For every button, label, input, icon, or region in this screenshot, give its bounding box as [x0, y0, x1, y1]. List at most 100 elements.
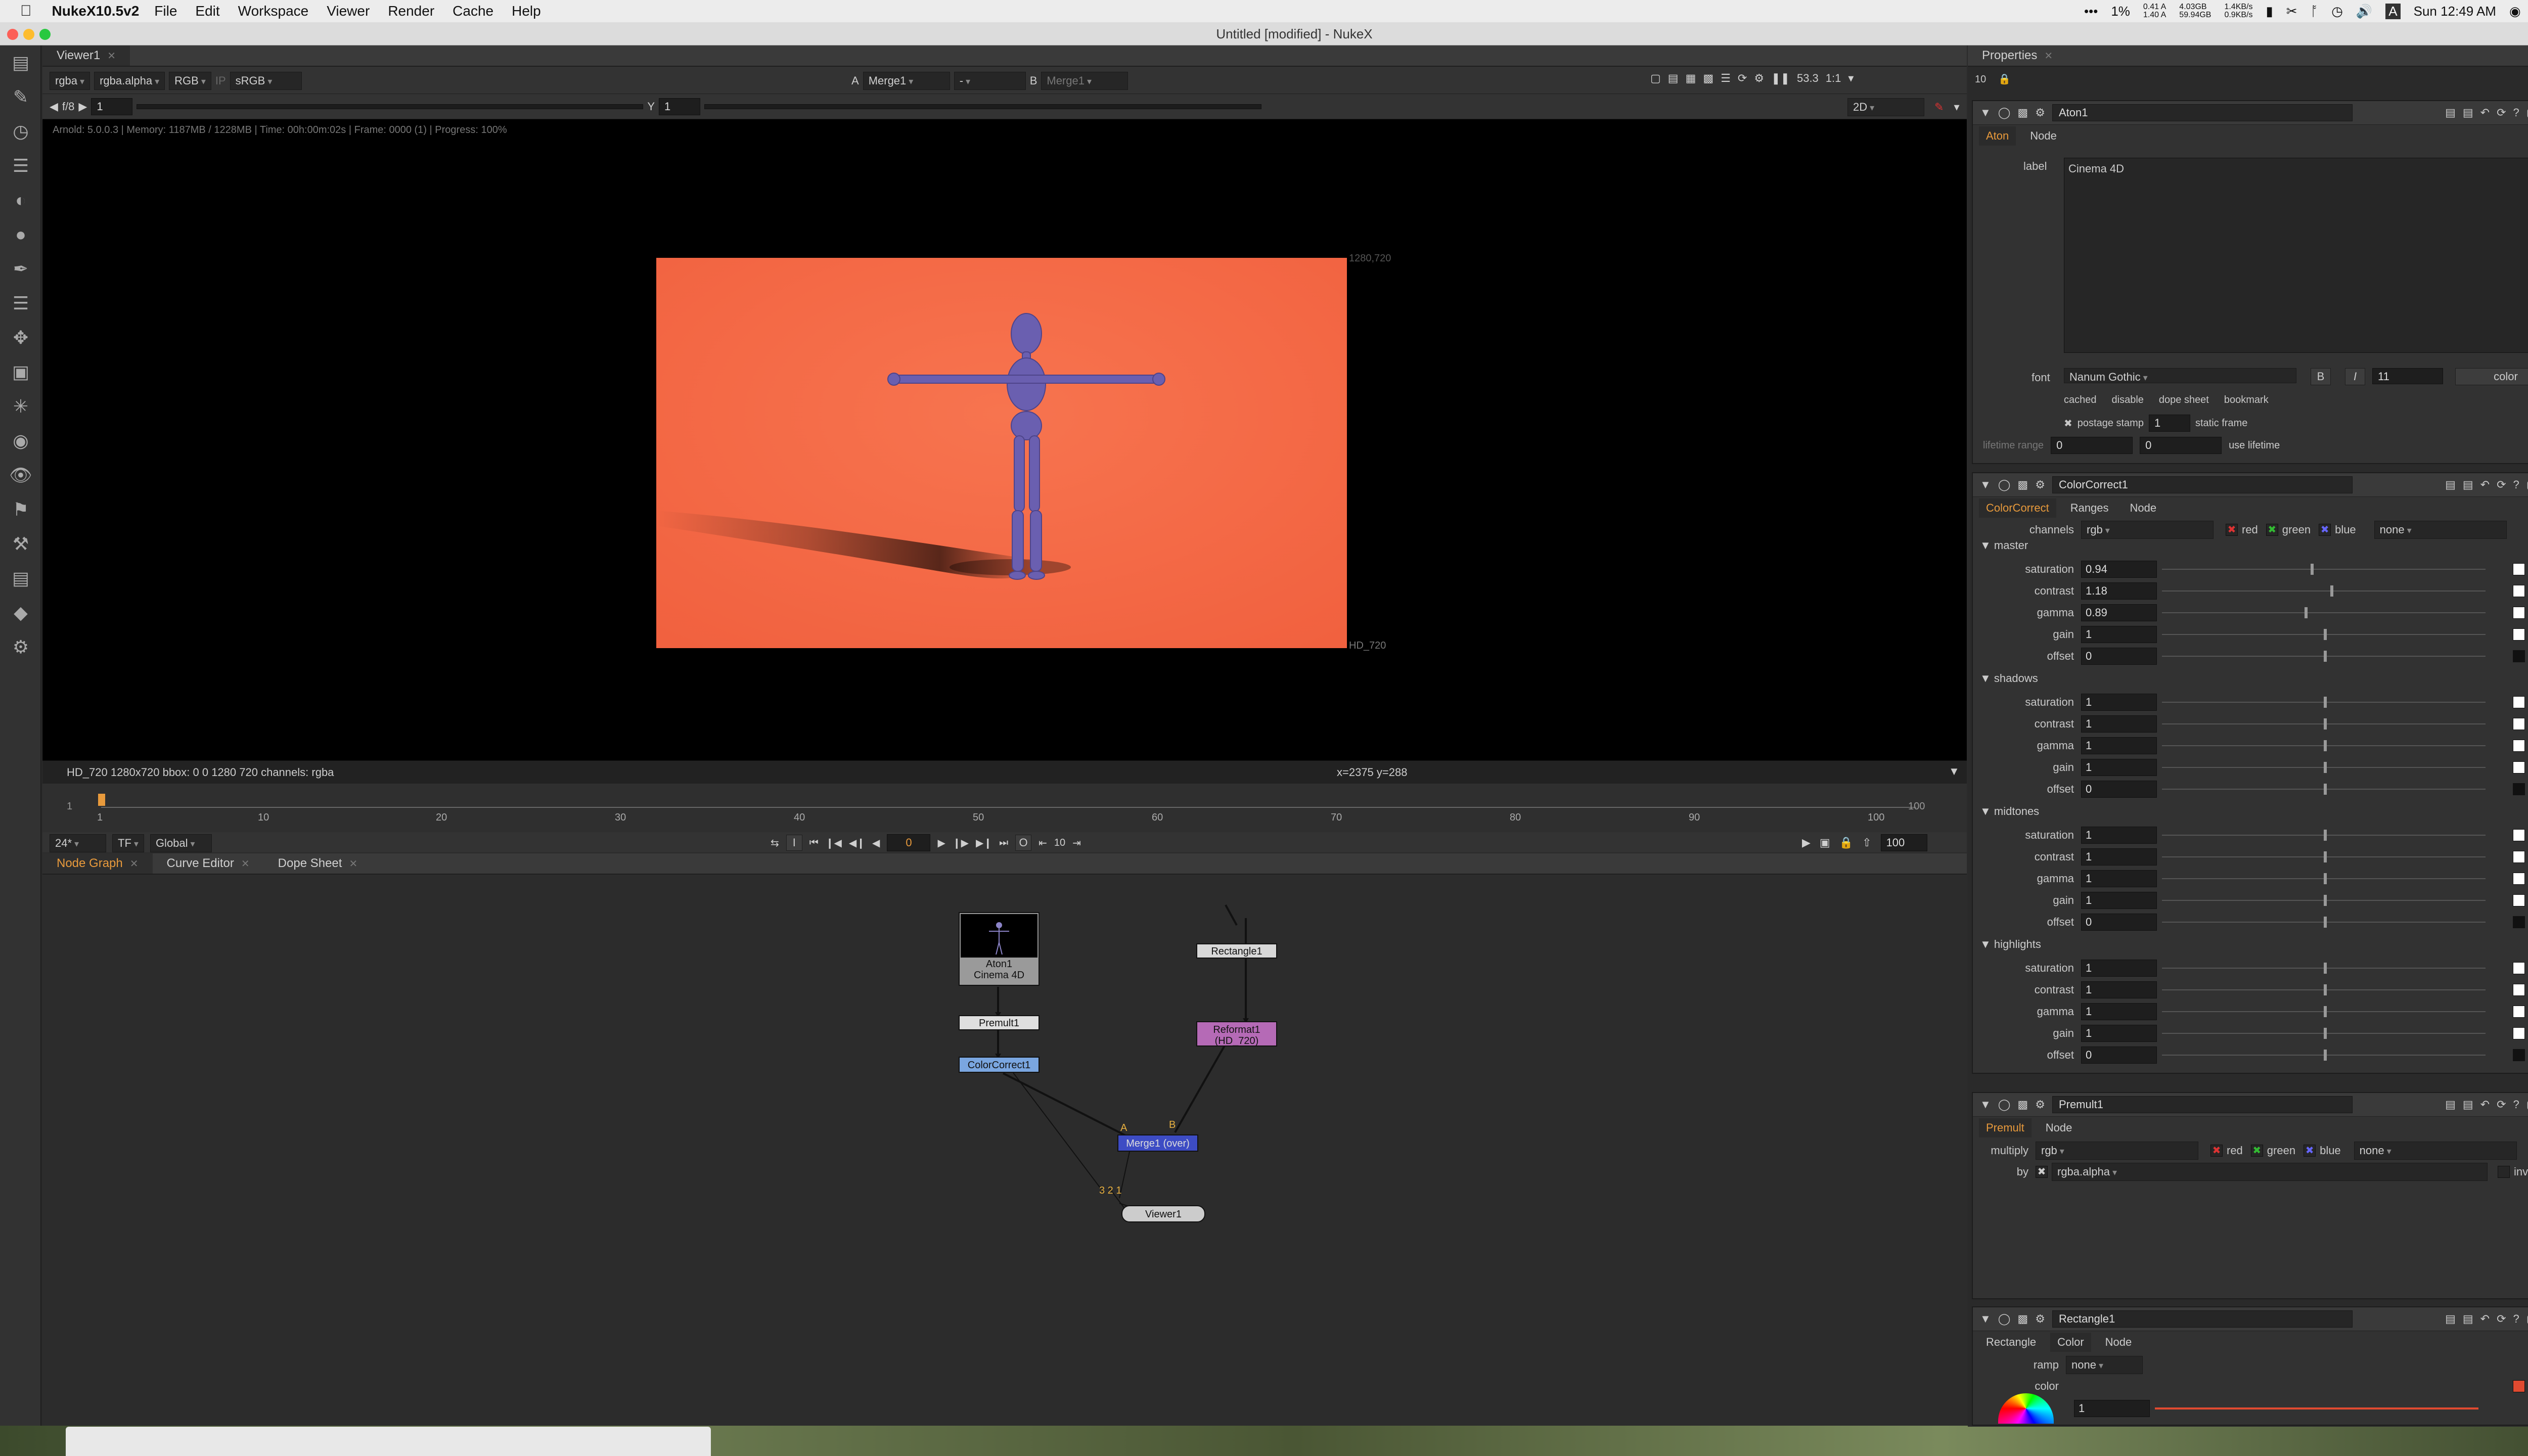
knob-slider[interactable] — [2162, 562, 2486, 577]
knob-value-field[interactable]: 1 — [2081, 827, 2157, 844]
knob-value-field[interactable]: 1 — [2081, 715, 2157, 733]
range-dropdown[interactable]: Global — [150, 834, 212, 852]
slider-handle[interactable] — [2324, 963, 2327, 974]
views-tool-icon[interactable]: 👁 — [0, 458, 41, 492]
knob-slider[interactable] — [2162, 982, 2486, 997]
color-wheel[interactable] — [1998, 1393, 2054, 1424]
end-frame-field[interactable]: 100 — [1880, 834, 1927, 851]
tab-node[interactable]: Node — [2123, 498, 2164, 518]
menu-help[interactable]: Help — [512, 3, 541, 19]
pick-icon[interactable]: ⚙ — [2035, 1312, 2045, 1326]
knob-value-field[interactable]: 1 — [2081, 694, 2157, 711]
node-color-icon[interactable]: ▩ — [2017, 478, 2028, 491]
clock[interactable]: Sun 12:49 AM — [2414, 4, 2496, 19]
red-checkbox[interactable]: ✖ — [2210, 1145, 2223, 1157]
fps-dropdown[interactable]: 24* — [50, 834, 106, 852]
color-swatch[interactable] — [2512, 1380, 2525, 1392]
slider-handle[interactable] — [2324, 984, 2327, 995]
slider-handle[interactable] — [2324, 629, 2327, 640]
channel-tool-icon[interactable]: ☰ — [0, 149, 41, 183]
color-swatch[interactable] — [2512, 740, 2525, 752]
slider-handle[interactable] — [2324, 762, 2327, 773]
viewer-inputs[interactable]: 3 2 1 — [1099, 1185, 1121, 1197]
color-swatch[interactable] — [2512, 916, 2525, 928]
color-swatch[interactable] — [2512, 1049, 2525, 1061]
knob-value-field[interactable]: 0.89 — [2081, 604, 2157, 621]
channels-dropdown[interactable]: rgba — [50, 72, 91, 90]
node-reformat1[interactable]: Reformat1 (HD_720) — [1196, 1021, 1277, 1046]
node-merge1[interactable]: Merge1 (over) — [1117, 1134, 1198, 1152]
next-key-icon[interactable]: ▶❙ — [976, 837, 992, 849]
alpha-channel-dropdown[interactable]: none — [2354, 1142, 2517, 1160]
first-frame-icon[interactable]: ⏮ — [809, 837, 819, 849]
battery-icon[interactable]: ▮ — [2266, 4, 2273, 19]
postage-frame-field[interactable]: 1 — [2148, 415, 2190, 432]
slider-handle[interactable] — [2324, 784, 2327, 795]
section-master[interactable]: ▼ master — [1980, 539, 2028, 552]
keyer-tool-icon[interactable]: ✒ — [0, 252, 41, 286]
knob-value-field[interactable]: 0 — [2081, 781, 2157, 798]
pick-icon[interactable]: ⚙ — [2035, 478, 2045, 491]
node-premult1[interactable]: Premult1 — [959, 1015, 1040, 1030]
merge-a-input[interactable]: A — [1120, 1122, 1127, 1134]
siri-icon[interactable]: ◉ — [2509, 4, 2521, 19]
knob-slider[interactable] — [2162, 605, 2486, 620]
slider-handle[interactable] — [2324, 697, 2327, 708]
chevron-down-icon[interactable]: ▾ — [1848, 72, 1854, 85]
slider-handle[interactable] — [2324, 718, 2327, 730]
node-aton1[interactable]: Aton1 Cinema 4D — [959, 912, 1040, 986]
close-window-button[interactable] — [7, 29, 18, 40]
node-color-icon[interactable]: ▩ — [2017, 1312, 2028, 1326]
tab-node[interactable]: Node — [2098, 1333, 2139, 1352]
green-checkbox[interactable]: ✖ — [2266, 524, 2278, 536]
step-back-icon[interactable]: ◀❙ — [849, 837, 865, 849]
apple-icon[interactable]:  — [20, 3, 32, 20]
collapse-icon[interactable]: ▼ — [1980, 539, 1991, 552]
color-swatch[interactable] — [2512, 696, 2525, 708]
tab-aton[interactable]: Aton — [1979, 126, 2016, 146]
panel-actions[interactable]: ▤▤↶⟳?▢✕ — [2445, 1098, 2528, 1111]
postage-stamp-checkbox[interactable]: postage stamp — [2078, 418, 2144, 429]
increment-value[interactable]: 10 — [1054, 837, 1065, 849]
collapse-icon[interactable]: ▼ — [1980, 805, 1991, 817]
knob-value-field[interactable]: 1.18 — [2081, 582, 2157, 600]
draw-tool-icon[interactable]: ✎ — [0, 80, 41, 114]
fstop-value[interactable]: f/8 — [62, 100, 74, 113]
color-swatch[interactable] — [2512, 563, 2525, 575]
slider-handle[interactable] — [2330, 585, 2333, 597]
knob-slider[interactable] — [2162, 828, 2486, 843]
toolsets-tool-icon[interactable]: ⚒ — [0, 527, 41, 561]
section-midtones[interactable]: ▼ midtones — [1980, 805, 2039, 818]
refresh-icon[interactable]: ⟳ — [1738, 72, 1747, 85]
knob-value-field[interactable]: 0 — [2081, 648, 2157, 665]
lut-dropdown[interactable]: sRGB — [230, 72, 302, 90]
close-icon[interactable]: ✕ — [2044, 50, 2053, 62]
color-swatch[interactable] — [2512, 1027, 2525, 1039]
close-icon[interactable]: ✕ — [130, 857, 139, 870]
node-viewer1[interactable]: Viewer1 — [1121, 1205, 1205, 1222]
tab-viewer1[interactable]: Viewer1 ✕ — [42, 46, 130, 66]
color-swatch[interactable] — [2512, 984, 2525, 996]
color-swatch[interactable] — [2512, 783, 2525, 795]
net-speed[interactable]: 1.4KB/s 0.9KB/s — [2224, 3, 2252, 19]
menu-cache[interactable]: Cache — [453, 3, 493, 19]
pick-icon[interactable]: ⚙ — [2035, 1098, 2045, 1111]
arrow-left-icon[interactable]: ◀ — [50, 100, 58, 113]
arrow-right-icon[interactable]: ▶ — [78, 100, 87, 113]
view-mode-dropdown[interactable]: 2D — [1847, 98, 1924, 116]
filter-tool-icon[interactable]: ● — [0, 217, 41, 252]
b-input-dropdown[interactable]: Merge1 — [1041, 72, 1128, 90]
slider-handle[interactable] — [2311, 564, 2314, 575]
font-size-field[interactable]: 11 — [2372, 368, 2443, 384]
collapse-icon[interactable]: ▼ — [1980, 938, 1991, 950]
settings-icon[interactable]: ⚙ — [1754, 72, 1764, 85]
knob-slider[interactable] — [2162, 649, 2486, 664]
knob-value-field[interactable]: 1 — [2081, 848, 2157, 866]
color-tool-icon[interactable]: ◐ — [0, 183, 41, 217]
bold-button[interactable]: B — [2311, 368, 2331, 385]
node-color-icon[interactable]: ▩ — [2017, 1098, 2028, 1111]
viewer-toggle-icon[interactable]: ◯ — [1998, 106, 2011, 119]
settings-tool-icon[interactable]: ⚙ — [0, 630, 41, 664]
viewer-toggle-icon[interactable]: ◯ — [1998, 478, 2011, 491]
cached-checkbox[interactable]: cached — [2064, 394, 2097, 406]
